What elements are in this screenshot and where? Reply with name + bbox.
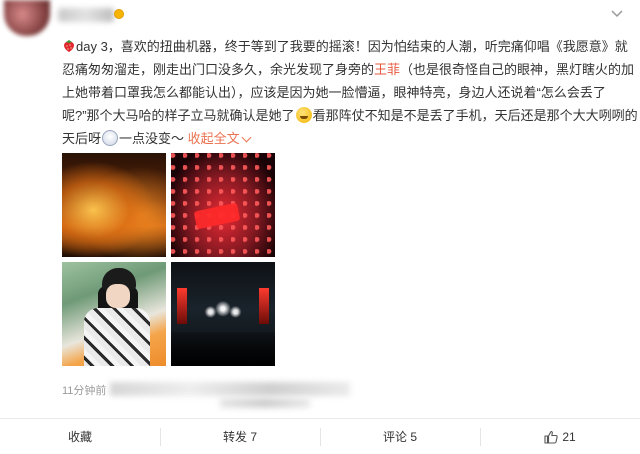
post-header: [0, 0, 640, 36]
red-sign-shape: [193, 202, 241, 230]
source-info-blurred: [110, 382, 350, 396]
stage-light-right: [259, 288, 269, 324]
crowd-silhouette: [171, 332, 275, 366]
stage-light-left: [177, 288, 187, 324]
post-text-part4: 一点没变～: [119, 131, 185, 146]
thumbs-up-icon: [544, 430, 559, 444]
post-text: day 3，喜欢的扭曲机器，终于等到了我要的摇滚！因为怕结束的人潮，听完痛仰唱《…: [62, 35, 638, 150]
chevron-down-icon[interactable]: [610, 8, 624, 18]
post-image-portrait[interactable]: [62, 262, 166, 366]
post-image-red-lights[interactable]: [171, 153, 275, 257]
comment-button[interactable]: 评论 5: [320, 419, 480, 454]
laughing-emoji-icon: [295, 107, 312, 123]
comment-label: 评论 5: [382, 430, 417, 444]
source-info-blurred-2: [220, 398, 310, 408]
favorite-label: 收藏: [67, 430, 92, 444]
portrait-jacket: [84, 308, 150, 366]
strawberry-icon: [62, 37, 76, 52]
username-blurred[interactable]: [58, 8, 114, 22]
image-grid: [62, 153, 275, 366]
favorite-button[interactable]: 收藏: [0, 419, 160, 454]
chevron-up-icon: [241, 132, 252, 143]
post-image-concert-crowd[interactable]: [171, 262, 275, 366]
repost-button[interactable]: 转发 7: [160, 419, 320, 454]
user-badge-icon: [114, 9, 124, 19]
collapse-text-label: 收起全文: [187, 131, 240, 146]
repost-label: 转发 7: [222, 430, 257, 444]
post-image-stage-fire[interactable]: [62, 153, 166, 257]
like-count: 21: [562, 429, 576, 444]
highlight-name-link[interactable]: 王菲: [374, 62, 400, 77]
action-bar: 收藏 转发 7 评论 5 21: [0, 418, 640, 454]
like-button[interactable]: 21: [480, 419, 640, 454]
avatar[interactable]: [4, 0, 50, 36]
portrait-face: [106, 284, 130, 308]
collapse-text-link[interactable]: 收起全文: [187, 131, 252, 146]
post-timestamp: 11分钟前: [62, 385, 107, 397]
sticker-icon: [102, 130, 119, 146]
